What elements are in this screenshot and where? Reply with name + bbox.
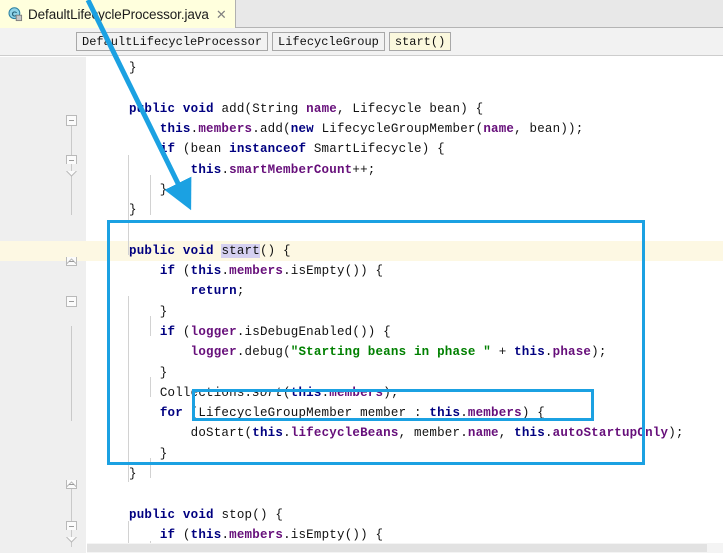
code-line[interactable]: } bbox=[129, 444, 168, 464]
code-line[interactable]: public void start() { bbox=[129, 241, 291, 261]
fold-marker-region-start[interactable] bbox=[66, 155, 77, 177]
code-line[interactable]: if (this.members.isEmpty()) { bbox=[129, 525, 383, 545]
horizontal-scrollbar[interactable] bbox=[87, 543, 723, 553]
fold-marker-tip bbox=[66, 530, 77, 543]
fold-marker-collapse[interactable] bbox=[66, 115, 77, 126]
fold-marker-collapse[interactable] bbox=[66, 296, 77, 307]
code-line[interactable]: this.members.add(new LifecycleGroupMembe… bbox=[129, 119, 583, 139]
code-line[interactable]: } bbox=[129, 464, 137, 484]
code-line[interactable]: public void add(String name, Lifecycle b… bbox=[129, 99, 483, 119]
breadcrumb-item-class[interactable]: DefaultLifecycleProcessor bbox=[76, 32, 269, 51]
close-icon[interactable]: ✕ bbox=[214, 8, 227, 21]
code-line[interactable]: if (logger.isDebugEnabled()) { bbox=[129, 322, 391, 342]
fold-marker-region-end[interactable] bbox=[66, 257, 77, 266]
java-class-icon: C bbox=[8, 6, 23, 22]
editor-tab-label: DefaultLifecycleProcessor.java bbox=[28, 6, 209, 22]
code-line[interactable]: doStart(this.lifecycleBeans, member.name… bbox=[129, 423, 684, 443]
fold-marker-region-start[interactable] bbox=[66, 521, 77, 543]
breadcrumb: DefaultLifecycleProcessor LifecycleGroup… bbox=[0, 28, 723, 56]
code-line[interactable]: logger.debug("Starting beans in phase " … bbox=[129, 342, 607, 362]
code-line[interactable]: } bbox=[129, 302, 168, 322]
breadcrumb-item-inner-class[interactable]: LifecycleGroup bbox=[272, 32, 385, 51]
fold-marker-tip bbox=[66, 251, 77, 265]
code-line[interactable]: for (LifecycleGroupMember member : this.… bbox=[129, 403, 545, 423]
code-line[interactable]: } bbox=[129, 58, 137, 78]
breadcrumb-item-method[interactable]: start() bbox=[388, 32, 452, 51]
code-text-surface[interactable]: } public void add(String name, Lifecycle … bbox=[87, 57, 723, 553]
code-line[interactable]: if (bean instanceof SmartLifecycle) { bbox=[129, 139, 445, 159]
code-line[interactable]: } bbox=[129, 200, 137, 220]
code-line[interactable]: Collections.sort(this.members); bbox=[129, 383, 399, 403]
fold-guide-line bbox=[71, 326, 72, 421]
code-line[interactable]: } bbox=[129, 363, 168, 383]
code-editor[interactable]: 3423433443453463473483493503513523533543… bbox=[0, 57, 723, 553]
fold-marker-region-end[interactable] bbox=[66, 480, 77, 489]
editor-tab[interactable]: C DefaultLifecycleProcessor.java ✕ bbox=[0, 0, 236, 28]
code-line[interactable]: return; bbox=[129, 281, 245, 301]
ide-window: C DefaultLifecycleProcessor.java ✕ Defau… bbox=[0, 0, 723, 553]
code-line[interactable]: if (this.members.isEmpty()) { bbox=[129, 261, 383, 281]
code-line[interactable]: public void stop() { bbox=[129, 505, 283, 525]
code-line[interactable]: } bbox=[129, 180, 168, 200]
fold-marker-tip bbox=[66, 474, 77, 488]
code-line[interactable]: this.smartMemberCount++; bbox=[129, 160, 376, 180]
horizontal-scrollbar-thumb[interactable] bbox=[87, 544, 707, 552]
editor-tab-bar: C DefaultLifecycleProcessor.java ✕ bbox=[0, 0, 723, 28]
line-number-gutter bbox=[0, 57, 55, 553]
fold-marker-tip bbox=[66, 164, 77, 177]
